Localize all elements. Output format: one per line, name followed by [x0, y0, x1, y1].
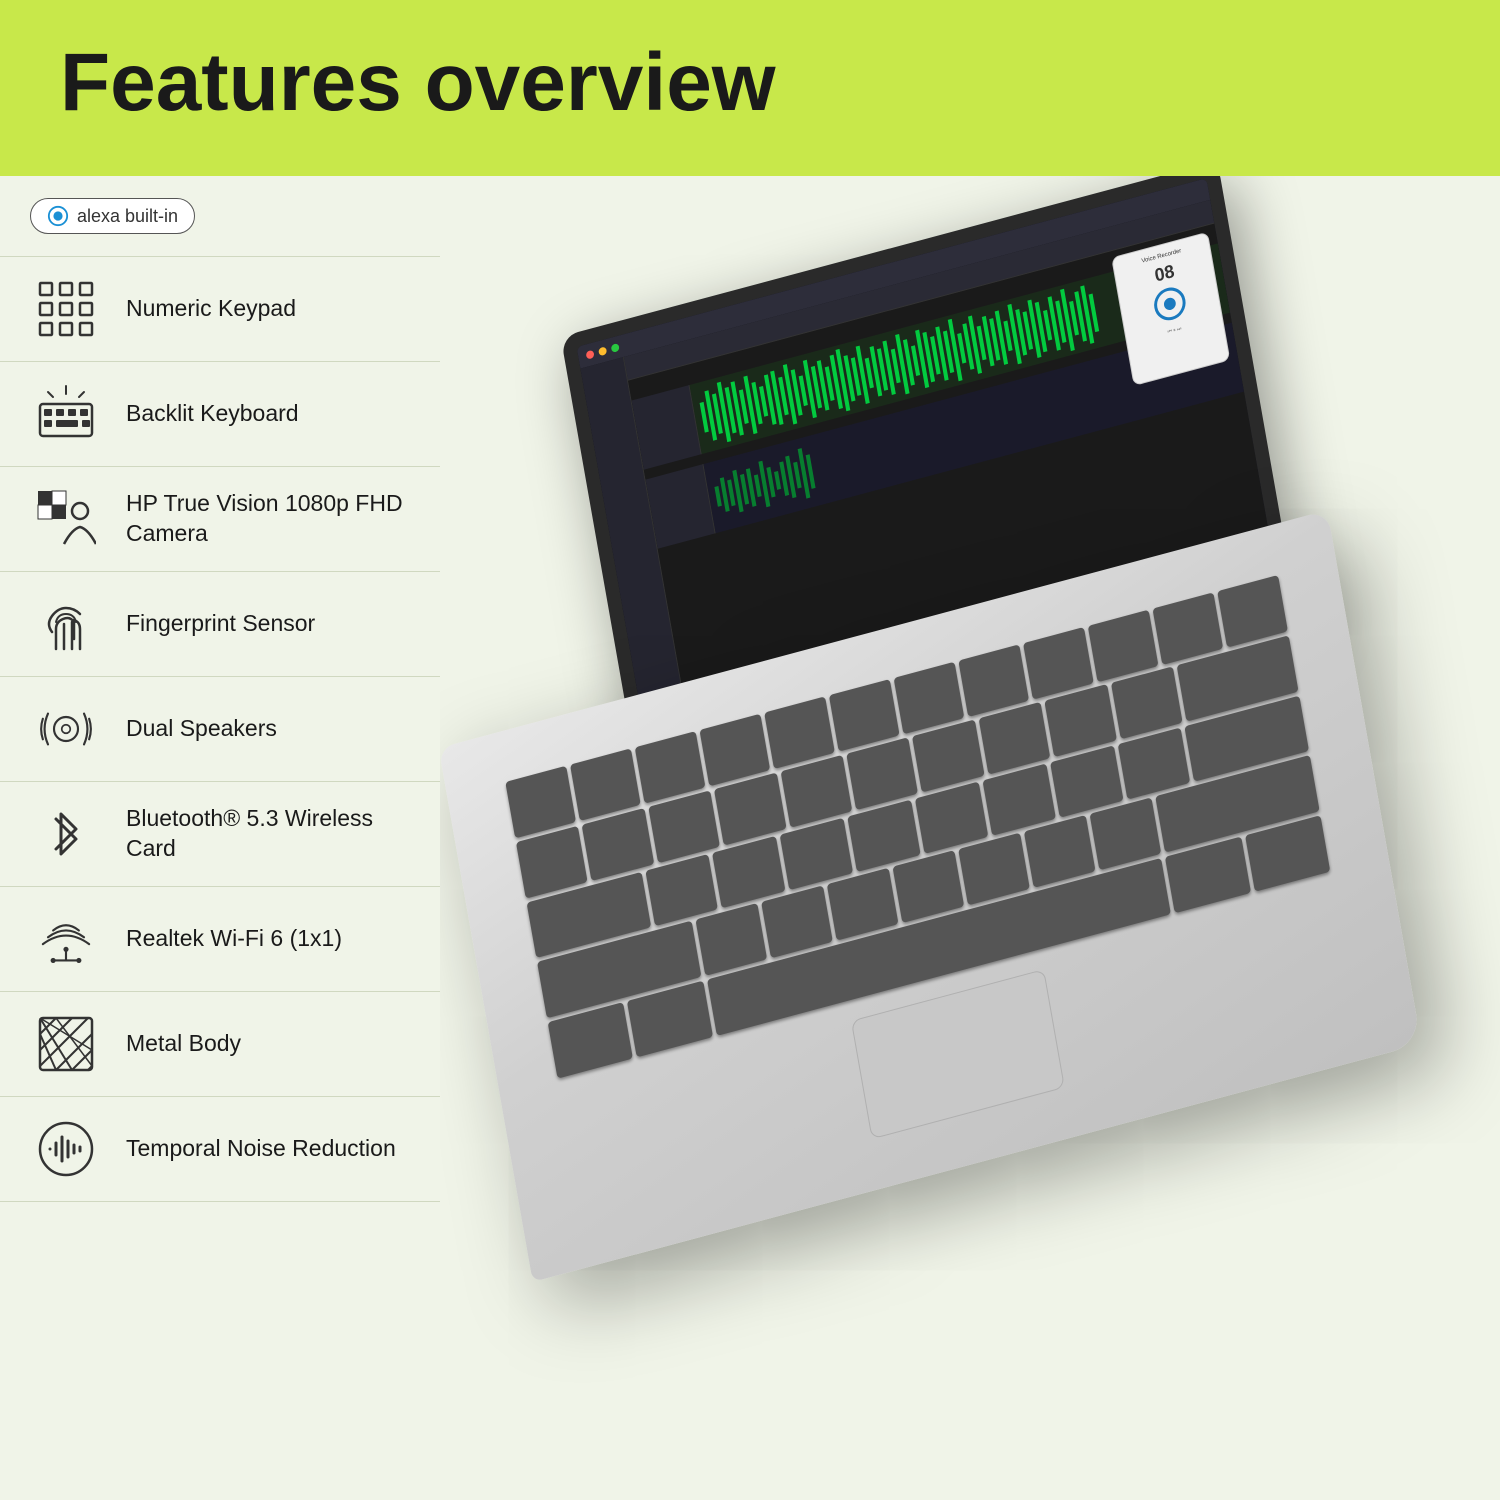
laptop-base	[440, 510, 1421, 1282]
small-app-title: Voice Recorder	[1141, 248, 1182, 265]
backlit-keyboard-icon	[30, 384, 102, 444]
key	[827, 868, 899, 941]
key	[1088, 610, 1159, 682]
wifi-icon	[30, 909, 102, 969]
key	[635, 731, 706, 803]
key	[893, 851, 965, 924]
minimize-dot	[598, 346, 607, 356]
feature-label-wifi: Realtek Wi-Fi 6 (1x1)	[126, 924, 342, 954]
key	[894, 662, 965, 734]
key	[958, 644, 1029, 716]
laptop-illustration: Voice Recorder 08 ⏮ ⏸ ⏭	[470, 196, 1470, 1500]
speakers-icon	[30, 699, 102, 759]
feature-metal-body: Metal Body	[0, 992, 440, 1097]
feature-label-bluetooth: Bluetooth® 5.3 Wireless Card	[126, 804, 410, 864]
bluetooth-icon	[30, 804, 102, 864]
feature-wifi: Realtek Wi-Fi 6 (1x1)	[0, 887, 440, 992]
header: Features overview	[0, 0, 1500, 176]
page-wrapper: Features overview alexa built-in	[0, 0, 1500, 1500]
metal-body-icon	[30, 1014, 102, 1074]
key	[764, 696, 835, 768]
record-dot	[1163, 296, 1177, 311]
key	[829, 679, 900, 751]
record-button	[1152, 284, 1188, 324]
feature-label-metal-body: Metal Body	[126, 1029, 241, 1059]
camera-icon	[30, 489, 102, 549]
alexa-label: alexa built-in	[77, 206, 178, 227]
feature-bluetooth: Bluetooth® 5.3 Wireless Card	[0, 782, 440, 887]
laptop-wrap: Voice Recorder 08 ⏮ ⏸ ⏭	[470, 196, 1470, 1500]
feature-label-camera: HP True Vision 1080p FHD Camera	[126, 489, 410, 549]
small-app-controls: ⏮ ⏸ ⏭	[1167, 326, 1182, 336]
feature-label-numeric-keypad: Numeric Keypad	[126, 294, 296, 324]
feature-speakers: Dual Speakers	[0, 677, 440, 782]
feature-label-fingerprint: Fingerprint Sensor	[126, 609, 315, 639]
numeric-keypad-icon	[30, 279, 102, 339]
key	[695, 903, 767, 976]
key	[699, 714, 770, 786]
fingerprint-icon	[30, 594, 102, 654]
key	[570, 748, 641, 820]
feature-label-backlit-keyboard: Backlit Keyboard	[126, 399, 299, 429]
small-app-counter: 08	[1153, 261, 1176, 287]
right-panel: Voice Recorder 08 ⏮ ⏸ ⏭	[440, 176, 1500, 1500]
alexa-badge: alexa built-in	[30, 198, 195, 234]
key	[1024, 815, 1096, 888]
page-title: Features overview	[60, 40, 1440, 126]
key	[958, 833, 1030, 906]
feature-camera: HP True Vision 1080p FHD Camera	[0, 467, 440, 572]
feature-fingerprint: Fingerprint Sensor	[0, 572, 440, 677]
key	[1090, 798, 1162, 871]
feature-label-speakers: Dual Speakers	[126, 714, 277, 744]
noise-reduction-icon	[30, 1119, 102, 1179]
alexa-badge-row: alexa built-in	[0, 176, 440, 257]
close-dot	[586, 350, 595, 360]
features-panel: alexa built-in	[0, 176, 440, 1500]
feature-numeric-keypad: Numeric Keypad	[0, 257, 440, 362]
feature-label-noise-reduction: Temporal Noise Reduction	[126, 1134, 396, 1164]
maximize-dot	[611, 343, 620, 353]
feature-backlit-keyboard: Backlit Keyboard	[0, 362, 440, 467]
alexa-icon	[47, 205, 69, 227]
key	[1217, 575, 1288, 647]
key	[1023, 627, 1094, 699]
touchpad	[851, 969, 1065, 1139]
feature-noise-reduction: Temporal Noise Reduction	[0, 1097, 440, 1202]
main-content: alexa built-in	[0, 176, 1500, 1500]
key	[761, 886, 833, 959]
key	[505, 766, 576, 838]
key	[1152, 592, 1223, 664]
